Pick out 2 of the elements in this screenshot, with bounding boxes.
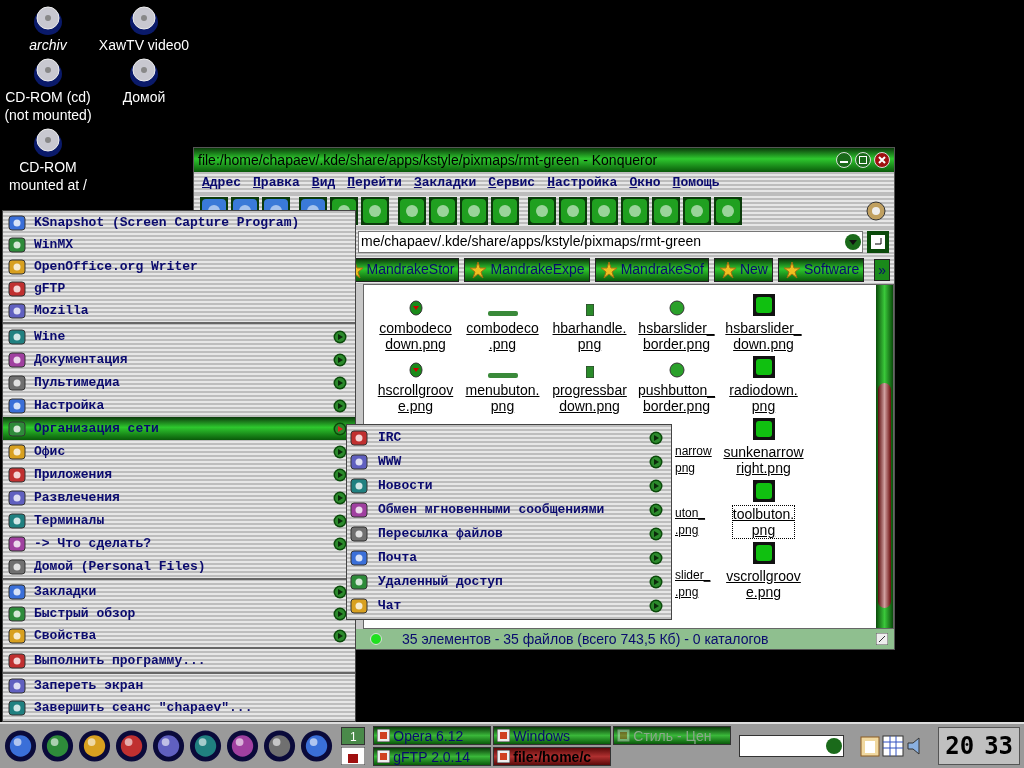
window-title: file:/home/chapaev/.kde/share/apps/kstyle/pixmaps/rmt-green - Konqueror (198, 150, 659, 170)
status-text: 35 элементов - 35 файлов (всего 743,5 Кб) - 0 каталогов (402, 629, 770, 649)
